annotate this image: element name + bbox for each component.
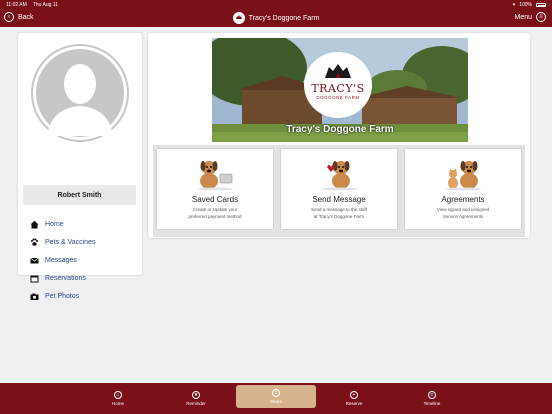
sidebar-item-reservations[interactable]: Reservations xyxy=(30,269,95,287)
home-icon: ⌂ xyxy=(114,391,122,399)
plus-icon: + xyxy=(350,391,358,399)
dog-with-card-icon xyxy=(197,161,233,191)
tab-label: Share xyxy=(269,399,282,404)
paw-icon xyxy=(30,238,39,247)
hamburger-icon: ≡ xyxy=(536,12,546,22)
status-bar: 11:02 AM Thu Aug 11 xyxy=(6,2,58,8)
tab-reserve[interactable]: + Reserve xyxy=(314,383,394,414)
sidebar-item-label: Messages xyxy=(45,256,77,264)
card-description: Send a message to the staff at Tracy's D… xyxy=(311,207,367,219)
sidebar-item-home[interactable]: Home xyxy=(30,215,95,233)
tab-reminder[interactable]: ★ Reminder xyxy=(156,383,236,414)
camera-icon xyxy=(30,292,39,301)
main-panel: TRACY'S DOGGONE FARM Tracy's Doggone Far… xyxy=(148,33,530,238)
tab-label: Home xyxy=(111,401,124,406)
timeline-icon: ≡ xyxy=(428,391,436,399)
sidebar-item-pet-photos[interactable]: Pet Photos xyxy=(30,287,95,305)
dog-with-message-icon xyxy=(321,161,357,191)
hero-title: Tracy's Doggone Farm xyxy=(286,124,394,135)
reminder-icon: ★ xyxy=(192,391,200,399)
avatar[interactable] xyxy=(31,44,129,142)
saved-cards-card[interactable]: Saved Cards Create or Update your prefer… xyxy=(157,149,273,229)
sidebar-item-pets-vaccines[interactable]: Pets & Vaccines xyxy=(30,233,95,251)
card-title: Send Message xyxy=(312,195,366,204)
sidebar-item-label: Reservations xyxy=(45,274,86,282)
menu-label: Menu xyxy=(514,13,532,21)
card-title: Saved Cards xyxy=(191,195,239,204)
dog-silhouette-icon xyxy=(325,64,351,78)
page-title: Tracy's Doggone Farm xyxy=(0,12,552,24)
envelope-icon xyxy=(30,256,39,265)
tab-share[interactable]: ⇧ Share xyxy=(236,385,316,408)
action-cards: Saved Cards Create or Update your prefer… xyxy=(153,145,525,237)
tab-label: Reserve xyxy=(345,401,363,406)
battery-icon xyxy=(536,3,546,7)
tab-label: Reminder xyxy=(186,401,206,406)
dog-and-cat-icon xyxy=(445,161,481,191)
sidebar-item-label: Pets & Vaccines xyxy=(45,238,96,246)
sidebar-nav: Home Pets & Vaccines Messages Reservatio… xyxy=(30,215,95,305)
tab-label: Timeline xyxy=(423,401,441,406)
logo-text: TRACY'S xyxy=(311,82,365,95)
logo-subtext: DOGGONE FARM xyxy=(316,95,360,100)
header-bar: 11:02 AM Thu Aug 11 ▾ 100% ‹ Back Tracy'… xyxy=(0,0,552,27)
profile-name: Robert Smith xyxy=(23,185,136,205)
calendar-icon xyxy=(30,274,39,283)
person-silhouette-icon xyxy=(33,46,127,140)
bottom-tab-bar: ⌂ Home ★ Reminder ⇧ Share + Reserve ≡ Ti… xyxy=(0,383,552,414)
tab-home[interactable]: ⌂ Home xyxy=(78,383,158,414)
share-icon: ⇧ xyxy=(272,389,280,397)
status-date: Thu Aug 11 xyxy=(32,2,58,8)
send-message-card[interactable]: Send Message Send a message to the staff… xyxy=(281,149,397,229)
sidebar-item-label: Pet Photos xyxy=(45,292,80,300)
farm-logo-icon xyxy=(232,12,245,24)
battery-level: 100% xyxy=(519,2,532,8)
home-icon xyxy=(30,220,39,229)
agreements-card[interactable]: Agreements View signed and unsigned Serv… xyxy=(405,149,521,229)
card-description: View signed and unsigned Service Agreeme… xyxy=(436,207,490,219)
wifi-icon: ▾ xyxy=(512,2,516,8)
status-time: 11:02 AM xyxy=(6,2,27,8)
sidebar-item-label: Home xyxy=(45,220,64,228)
sidebar-item-messages[interactable]: Messages xyxy=(30,251,95,269)
profile-sidebar: Robert Smith Home Pets & Vaccines Messag… xyxy=(18,33,142,300)
card-description: Create or Update your preferred payment … xyxy=(188,207,242,219)
menu-button[interactable]: Menu ≡ xyxy=(514,12,546,22)
card-title: Agreements xyxy=(441,195,485,204)
tab-timeline[interactable]: ≡ Timeline xyxy=(392,383,472,414)
farm-logo: TRACY'S DOGGONE FARM xyxy=(304,52,372,118)
page-title-text: Tracy's Doggone Farm xyxy=(248,14,320,22)
status-indicators: ▾ 100% xyxy=(513,2,546,8)
hero-banner: TRACY'S DOGGONE FARM Tracy's Doggone Far… xyxy=(212,38,468,142)
